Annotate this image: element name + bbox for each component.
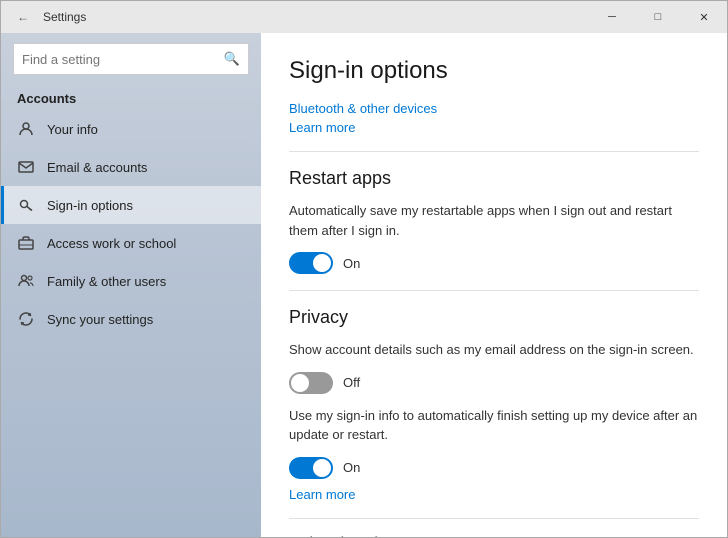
main-content: Sign-in options Bluetooth & other device… — [261, 33, 727, 537]
privacy-section: Privacy Show account details such as my … — [289, 307, 699, 502]
restart-apps-section: Restart apps Automatically save my resta… — [289, 168, 699, 274]
bluetooth-link[interactable]: Bluetooth & other devices — [289, 101, 699, 116]
sign-in-info-toggle-label: On — [343, 460, 360, 475]
sidebar-item-family-users[interactable]: Family & other users — [1, 262, 261, 300]
sidebar-item-label: Your info — [47, 122, 98, 137]
sidebar-item-your-info[interactable]: Your info — [1, 110, 261, 148]
person-icon — [17, 120, 35, 138]
titlebar-left: ← Settings — [11, 5, 86, 29]
show-account-description: Show account details such as my email ad… — [289, 340, 699, 360]
search-input[interactable] — [22, 52, 224, 67]
show-account-toggle[interactable] — [289, 372, 333, 394]
minimize-icon: ─ — [608, 11, 616, 23]
sidebar-item-access-work[interactable]: Access work or school — [1, 224, 261, 262]
divider-3 — [289, 518, 699, 519]
sidebar-item-label: Access work or school — [47, 236, 176, 251]
sidebar-item-label: Sync your settings — [47, 312, 153, 327]
search-box[interactable]: 🔍 — [13, 43, 249, 75]
back-button[interactable]: ← — [11, 5, 35, 29]
sidebar-item-label: Email & accounts — [47, 160, 147, 175]
search-icon: 🔍 — [224, 51, 240, 67]
divider-1 — [289, 151, 699, 152]
titlebar: ← Settings ─ □ ✕ — [1, 1, 727, 33]
app-title: Settings — [43, 10, 86, 24]
sidebar-section-title: Accounts — [1, 83, 261, 110]
key-icon — [17, 196, 35, 214]
maximize-button[interactable]: □ — [635, 1, 681, 33]
sidebar-item-sync-settings[interactable]: Sync your settings — [1, 300, 261, 338]
back-icon: ← — [17, 10, 29, 24]
sync-icon — [17, 310, 35, 328]
email-icon — [17, 158, 35, 176]
restart-apps-title: Restart apps — [289, 168, 699, 189]
maximize-icon: □ — [655, 11, 662, 23]
divider-2 — [289, 290, 699, 291]
minimize-button[interactable]: ─ — [589, 1, 635, 33]
sidebar-item-sign-in-options[interactable]: Sign-in options — [1, 186, 261, 224]
sign-in-info-description: Use my sign-in info to automatically fin… — [289, 406, 699, 445]
window: ← Settings ─ □ ✕ 🔍 Accounts — [0, 0, 728, 538]
close-button[interactable]: ✕ — [681, 1, 727, 33]
sidebar-item-label: Sign-in options — [47, 198, 133, 213]
privacy-title: Privacy — [289, 307, 699, 328]
restart-apps-toggle-row: On — [289, 252, 699, 274]
sidebar: 🔍 Accounts Your info — [1, 33, 261, 537]
restart-apps-toggle[interactable] — [289, 252, 333, 274]
page-title: Sign-in options — [289, 57, 699, 85]
window-controls: ─ □ ✕ — [589, 1, 727, 33]
show-account-toggle-label: Off — [343, 375, 360, 390]
learn-more-link-1[interactable]: Learn more — [289, 120, 699, 135]
sidebar-item-email-accounts[interactable]: Email & accounts — [1, 148, 261, 186]
show-account-toggle-row: Off — [289, 372, 699, 394]
learn-more-link-2[interactable]: Learn more — [289, 487, 699, 502]
sign-in-info-toggle[interactable] — [289, 457, 333, 479]
related-settings-section: Related settings Lock screen — [289, 535, 699, 538]
people-icon — [17, 272, 35, 290]
restart-apps-toggle-label: On — [343, 256, 360, 271]
content-area: 🔍 Accounts Your info — [1, 33, 727, 537]
restart-apps-description: Automatically save my restartable apps w… — [289, 201, 699, 240]
sidebar-item-label: Family & other users — [47, 274, 166, 289]
sign-in-info-toggle-row: On — [289, 457, 699, 479]
related-settings-title: Related settings — [289, 535, 699, 538]
close-icon: ✕ — [699, 11, 708, 24]
briefcase-icon — [17, 234, 35, 252]
